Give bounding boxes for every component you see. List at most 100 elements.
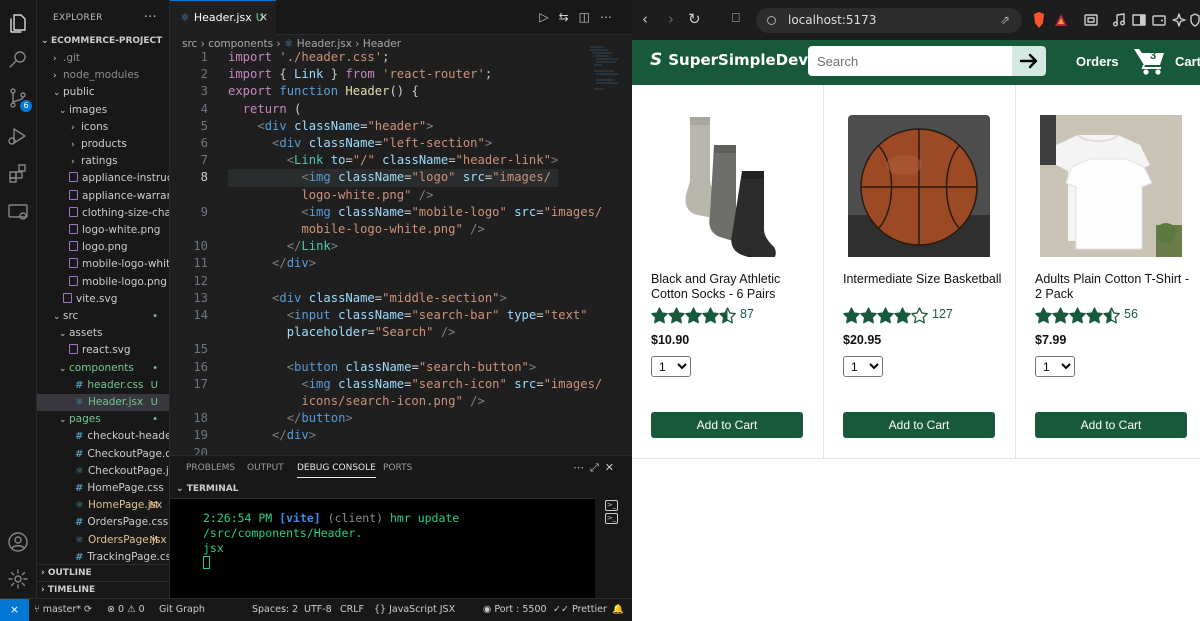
source-control-icon[interactable]: 6 [6, 86, 32, 112]
file-item[interactable]: logo.png [37, 239, 169, 256]
folder-item[interactable]: ⌄ components • [37, 360, 169, 377]
share-icon[interactable]: ⇗ [1000, 8, 1010, 33]
vpn-shield-icon[interactable] [1190, 13, 1200, 27]
file-item[interactable]: # HomePage.css [37, 480, 169, 497]
add-to-cart-button[interactable]: Add to Cart [843, 412, 995, 438]
quantity-select[interactable]: 1 [843, 356, 883, 377]
folder-item[interactable]: › .git [37, 50, 169, 67]
tab-problems[interactable]: PROBLEMS [186, 463, 235, 473]
language-status[interactable]: {} JavaScript JSX [374, 599, 455, 621]
tree-item-label: appliance-warrant... [82, 189, 169, 202]
file-item[interactable]: logo-white.png [37, 222, 169, 239]
timeline-section[interactable]: › TIMELINE [37, 581, 169, 598]
brave-shields-icon[interactable] [1032, 12, 1046, 28]
leo-ai-icon[interactable] [1172, 13, 1186, 27]
tab-header-jsx[interactable]: ⚛ Header.jsx U ✕ [170, 0, 276, 35]
search-input[interactable] [808, 46, 1012, 76]
problems-indicator[interactable]: ⊗ 0 ⚠ 0 [107, 599, 145, 621]
live-server-port[interactable]: ◉ Port : 5500 [483, 599, 547, 621]
tab-output[interactable]: OUTPUT [247, 463, 284, 473]
close-icon[interactable]: ✕ [259, 1, 268, 35]
rating-count[interactable]: 127 [932, 307, 953, 321]
terminal[interactable]: 2:26:54 PM [vite] (client) hmr update /s… [170, 498, 595, 599]
site-logo[interactable]: S SuperSimpleDev [650, 50, 808, 70]
file-item[interactable]: ⚛ HomePage.jsx M [37, 497, 169, 514]
add-to-cart-button[interactable]: Add to Cart [651, 412, 803, 438]
rating-count[interactable]: 87 [740, 307, 754, 321]
file-item[interactable]: ⚛ OrdersPage.jsx M [37, 532, 169, 549]
git-graph-button[interactable]: Git Graph [159, 599, 205, 621]
explorer-icon[interactable] [6, 12, 30, 36]
tab-ports[interactable]: PORTS [383, 463, 412, 473]
settings-gear-icon[interactable] [6, 567, 30, 591]
folder-item[interactable]: ⌄ assets [37, 325, 169, 342]
encoding-status[interactable]: UTF-8 [304, 599, 332, 621]
terminal-icon[interactable]: >_ [605, 513, 618, 524]
account-icon[interactable] [6, 530, 30, 554]
file-item[interactable]: # header.css U [37, 377, 169, 394]
back-icon[interactable]: ‹ [642, 11, 648, 27]
file-item[interactable]: vite.svg [37, 291, 169, 308]
search-icon[interactable] [6, 48, 30, 72]
minimap[interactable] [590, 45, 620, 105]
run-icon[interactable]: ▷ [539, 10, 558, 24]
search-button[interactable] [1012, 46, 1046, 76]
folder-item[interactable]: › products [37, 136, 169, 153]
file-item[interactable]: appliance-instructi... [37, 170, 169, 187]
file-item[interactable]: #checkout-header.css [37, 428, 169, 445]
compare-icon[interactable]: ⇆ [559, 10, 579, 24]
terminal-icon[interactable]: >_ [605, 500, 618, 511]
music-icon[interactable] [1112, 13, 1126, 27]
folder-item[interactable]: ⌄ pages • [37, 411, 169, 428]
quantity-select[interactable]: 1 [1035, 356, 1075, 377]
quantity-select[interactable]: 1 [651, 356, 691, 377]
maximize-panel-icon[interactable]: ⤢ [590, 461, 605, 474]
address-bar[interactable]: localhost:5173 ⇗ [756, 8, 1022, 33]
orders-link[interactable]: Orders [1076, 54, 1119, 69]
folder-item[interactable]: ⌄ public [37, 84, 169, 101]
rating-count[interactable]: 56 [1124, 307, 1138, 321]
bookmark-icon[interactable]: ⎕ [732, 11, 740, 27]
extensions-icon[interactable] [6, 162, 30, 186]
brave-rewards-icon[interactable] [1054, 12, 1068, 28]
more-icon[interactable]: ⋯ [573, 461, 590, 474]
file-item[interactable]: # OrdersPage.css [37, 514, 169, 531]
split-editor-icon[interactable]: ◫ [579, 10, 600, 24]
explorer-more-icon[interactable]: ··· [144, 0, 157, 36]
site-info-icon[interactable] [767, 16, 776, 25]
remote-explorer-icon[interactable] [6, 200, 30, 224]
outline-section[interactable]: › OUTLINE [37, 564, 169, 581]
add-to-cart-button[interactable]: Add to Cart [1035, 412, 1187, 438]
folder-item[interactable]: › ratings [37, 153, 169, 170]
cart-link[interactable]: 3 Cart [1130, 44, 1200, 80]
tab-debug-console[interactable]: DEBUG CONSOLE [297, 463, 376, 478]
wallet-icon[interactable] [1152, 13, 1166, 27]
file-item[interactable]: #CheckoutPage.css [37, 446, 169, 463]
file-item[interactable]: clothing-size-chart... [37, 205, 169, 222]
sidebar-icon[interactable] [1132, 13, 1146, 27]
git-branch[interactable]: ⑂ master* ⟳ [34, 599, 92, 621]
folder-item[interactable]: ⌄ images [37, 102, 169, 119]
file-item[interactable]: mobile-logo-white... [37, 256, 169, 273]
run-debug-icon[interactable] [6, 124, 30, 148]
notifications-icon[interactable]: 🔔 [612, 599, 624, 621]
file-item[interactable]: mobile-logo.png [37, 274, 169, 291]
file-item[interactable]: ⚛ Header.jsx U [37, 394, 169, 411]
more-actions-icon[interactable]: ⋯ [600, 10, 622, 24]
folder-item[interactable]: › node_modules [37, 67, 169, 84]
reader-mode-icon[interactable] [1084, 13, 1098, 27]
folder-item[interactable]: ⌄ src • [37, 308, 169, 325]
eol-status[interactable]: CRLF [340, 599, 364, 621]
prettier-status[interactable]: ✓✓ Prettier [553, 599, 607, 621]
file-item[interactable]: ⚛CheckoutPage.jsx [37, 463, 169, 480]
file-item[interactable]: appliance-warrant... [37, 188, 169, 205]
folder-item[interactable]: › icons [37, 119, 169, 136]
file-item[interactable]: react.svg [37, 342, 169, 359]
indentation-status[interactable]: Spaces: 2 [252, 599, 298, 621]
remote-indicator-icon[interactable]: ⨯ [0, 599, 29, 621]
reload-icon[interactable]: ↻ [688, 11, 701, 27]
forward-icon[interactable]: › [668, 11, 674, 27]
terminal-header[interactable]: ⌄ TERMINAL [176, 484, 238, 494]
close-panel-icon[interactable]: ✕ [605, 461, 620, 474]
project-root[interactable]: ⌄ ECOMMERCE-PROJECT [37, 33, 169, 50]
